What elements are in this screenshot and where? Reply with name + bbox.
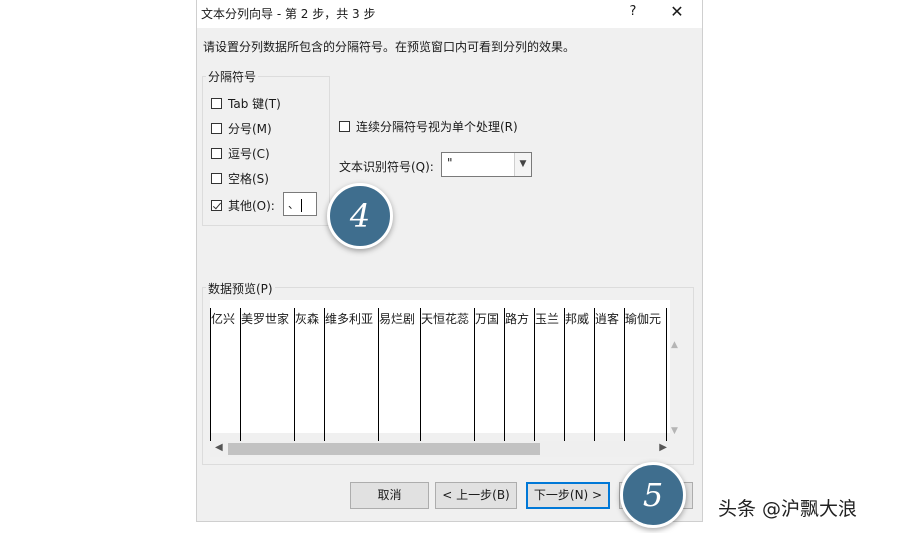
title-bar: 文本分列向导 - 第 2 步，共 3 步 ? ✕ [197, 0, 702, 28]
preview-column: 路方 [505, 308, 535, 442]
other-checkbox-box[interactable] [211, 199, 222, 211]
semicolon-checkbox-box[interactable] [211, 122, 222, 134]
preview-column: 维多利亚 [325, 308, 379, 442]
preview-column: 逍客 [595, 308, 625, 442]
scroll-down-icon[interactable]: ▼ [671, 426, 678, 436]
other-checkbox[interactable]: 其他(O): [211, 197, 275, 213]
preview-column: 灰森 [295, 308, 325, 442]
scroll-up-icon[interactable]: ▲ [671, 340, 678, 350]
tab-checkbox[interactable]: Tab 键(T) [211, 95, 281, 111]
space-checkbox-box[interactable] [211, 172, 222, 184]
other-delimiter-input[interactable]: 、 [283, 192, 317, 216]
preview-column: 亿兴 [211, 308, 241, 442]
preview-column: 万国 [475, 308, 505, 442]
back-button[interactable]: < 上一步(B) [435, 482, 517, 509]
next-button[interactable]: 下一步(N) > [526, 482, 610, 509]
step-5-marker: 5 [620, 462, 686, 528]
comma-checkbox-box[interactable] [211, 147, 222, 159]
delimiters-group-label: 分隔符号 [206, 68, 259, 85]
consecutive-checkbox[interactable]: 连续分隔符号视为单个处理(R) [339, 118, 518, 134]
chevron-down-icon[interactable]: ▼ [514, 153, 531, 176]
other-checkbox-label: 其他(O): [228, 198, 275, 213]
step-4-marker: 4 [327, 183, 393, 249]
data-preview[interactable]: 亿兴 美罗世家 灰森 维多利亚 易烂剧 天恒花蕊 万国 路方 玉兰 邦威 逍客 … [210, 300, 670, 442]
help-button[interactable]: ? [623, 4, 643, 24]
comma-checkbox[interactable]: 逗号(C) [211, 145, 270, 161]
semicolon-checkbox-label: 分号(M) [228, 121, 272, 136]
dialog-title: 文本分列向导 - 第 2 步，共 3 步 [201, 7, 376, 21]
text-qualifier-select[interactable]: " ▼ [441, 152, 532, 177]
consecutive-checkbox-box[interactable] [339, 120, 350, 132]
tab-checkbox-label: Tab 键(T) [228, 96, 281, 111]
cancel-button[interactable]: 取消 [350, 482, 429, 509]
preview-column: 美罗世家 [241, 308, 295, 442]
close-icon[interactable]: ✕ [665, 2, 689, 24]
watermark-text: 头条 @沪飘大浪 [718, 498, 858, 520]
scroll-right-icon[interactable]: ▶ [659, 442, 667, 453]
preview-label: 数据预览(P) [206, 280, 275, 297]
preview-column: 玉兰 [535, 308, 565, 442]
text-to-columns-dialog: 文本分列向导 - 第 2 步，共 3 步 ? ✕ 请设置分列数据所包含的分隔符号… [196, 0, 703, 522]
other-delimiter-value: 、 [288, 198, 299, 211]
preview-column: 瑜伽元 [625, 308, 667, 442]
preview-column: 天恒花蕊 [421, 308, 475, 442]
space-checkbox-label: 空格(S) [228, 171, 269, 186]
preview-table: 亿兴 美罗世家 灰森 维多利亚 易烂剧 天恒花蕊 万国 路方 玉兰 邦威 逍客 … [210, 308, 667, 442]
preview-column: 邦威 [565, 308, 595, 442]
scroll-left-icon[interactable]: ◀ [215, 442, 223, 453]
text-qualifier-label: 文本识别符号(Q): [339, 160, 434, 174]
comma-checkbox-label: 逗号(C) [228, 146, 270, 161]
preview-column: 易烂剧 [379, 308, 421, 442]
horizontal-scrollbar[interactable]: ◀ ▶ [210, 441, 670, 457]
scrollbar-thumb[interactable] [228, 443, 540, 455]
tab-checkbox-box[interactable] [211, 97, 222, 109]
text-qualifier-value: " [447, 156, 453, 170]
instruction-text: 请设置分列数据所包含的分隔符号。在预览窗口内可看到分列的效果。 [203, 40, 576, 54]
consecutive-checkbox-label: 连续分隔符号视为单个处理(R) [356, 119, 518, 134]
text-caret [301, 198, 302, 212]
semicolon-checkbox[interactable]: 分号(M) [211, 120, 272, 136]
space-checkbox[interactable]: 空格(S) [211, 170, 269, 186]
